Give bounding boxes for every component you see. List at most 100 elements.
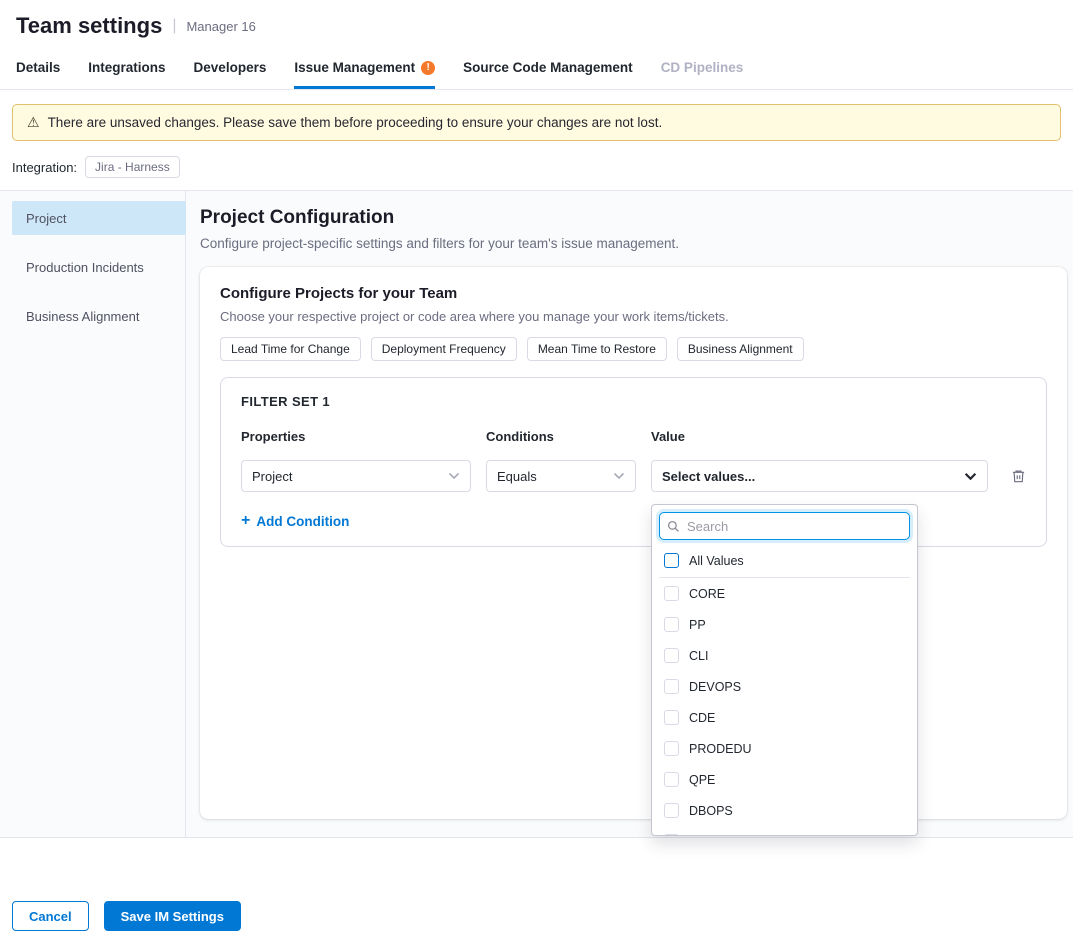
- value-select[interactable]: Select values...: [651, 460, 988, 492]
- option-checkbox[interactable]: [664, 834, 679, 836]
- delete-condition-button[interactable]: [1011, 468, 1026, 484]
- tab-label: CD Pipelines: [661, 60, 744, 75]
- page-header: Team settings | Manager 16: [0, 0, 1073, 46]
- filter-set-1: FILTER SET 1 Properties Conditions Value…: [220, 377, 1047, 547]
- sidebar-item-production-incidents[interactable]: Production Incidents: [12, 250, 186, 284]
- option-label: CORE: [689, 587, 725, 601]
- tab-label: Details: [16, 60, 60, 75]
- unsaved-changes-banner: ⚠ There are unsaved changes. Please save…: [12, 104, 1061, 141]
- option-checkbox[interactable]: [664, 772, 679, 787]
- value-select-placeholder: Select values...: [662, 469, 755, 484]
- option-label: ITOPSTAI: [689, 835, 745, 837]
- dropdown-option-cde[interactable]: CDE: [659, 702, 910, 733]
- filter-column-labels: Properties Conditions Value: [241, 429, 1026, 444]
- warning-icon: ⚠: [27, 114, 40, 131]
- filter-condition-row: Project Equals Select values...: [241, 460, 1026, 492]
- option-checkbox[interactable]: [664, 586, 679, 601]
- content-area: Project Production Incidents Business Al…: [0, 190, 1073, 838]
- tab-label: Integrations: [88, 60, 165, 75]
- dropdown-option-pp[interactable]: PP: [659, 609, 910, 640]
- chevron-down-icon: [613, 472, 625, 480]
- team-settings-page: Team settings | Manager 16 Details Integ…: [0, 0, 1073, 951]
- card-subtitle: Choose your respective project or code a…: [220, 309, 1047, 324]
- dropdown-option-prodedu[interactable]: PRODEDU: [659, 733, 910, 764]
- option-checkbox[interactable]: [664, 648, 679, 663]
- save-im-settings-button[interactable]: Save IM Settings: [104, 901, 241, 931]
- plus-icon: +: [241, 512, 250, 530]
- value-label: Value: [651, 429, 988, 444]
- option-checkbox[interactable]: [664, 803, 679, 818]
- search-icon: [667, 520, 680, 533]
- title-divider: |: [172, 17, 176, 35]
- tab-bar: Details Integrations Developers Issue Ma…: [0, 46, 1073, 90]
- sidebar-item-business-alignment[interactable]: Business Alignment: [12, 299, 186, 333]
- tab-source-code-management[interactable]: Source Code Management: [463, 46, 633, 89]
- section-title: Project Configuration: [200, 207, 1067, 229]
- main-panel: Project Configuration Configure project-…: [186, 191, 1073, 837]
- tab-label: Developers: [194, 60, 267, 75]
- sidebar-item-project[interactable]: Project: [12, 201, 186, 235]
- option-label: DEVOPS: [689, 680, 741, 694]
- tab-details[interactable]: Details: [16, 46, 60, 89]
- tab-label: Issue Management: [294, 60, 415, 75]
- all-values-label: All Values: [689, 554, 744, 568]
- properties-select[interactable]: Project: [241, 460, 471, 492]
- dropdown-search: [659, 512, 910, 540]
- option-checkbox[interactable]: [664, 710, 679, 725]
- dropdown-option-itopstai[interactable]: ITOPSTAI: [659, 826, 910, 836]
- option-checkbox[interactable]: [664, 617, 679, 632]
- sidebar-item-label: Project: [26, 211, 66, 226]
- warning-text: There are unsaved changes. Please save t…: [48, 115, 663, 130]
- properties-label: Properties: [241, 429, 471, 444]
- footer-bar: Cancel Save IM Settings: [0, 838, 1073, 943]
- tag-mean-time-to-restore[interactable]: Mean Time to Restore: [527, 337, 667, 361]
- tab-developers[interactable]: Developers: [194, 46, 267, 89]
- option-label: DBOPS: [689, 804, 733, 818]
- dropdown-option-dbops[interactable]: DBOPS: [659, 795, 910, 826]
- tag-business-alignment[interactable]: Business Alignment: [677, 337, 804, 361]
- tab-label: Source Code Management: [463, 60, 633, 75]
- dropdown-option-cli[interactable]: CLI: [659, 640, 910, 671]
- team-name: Manager 16: [186, 19, 255, 34]
- cancel-button[interactable]: Cancel: [12, 901, 89, 931]
- sidebar-item-label: Business Alignment: [26, 309, 139, 324]
- add-condition-button[interactable]: + Add Condition: [241, 512, 349, 530]
- dropdown-search-input[interactable]: [659, 512, 910, 540]
- filter-set-title: FILTER SET 1: [241, 394, 1026, 409]
- tab-integrations[interactable]: Integrations: [88, 46, 165, 89]
- all-values-option[interactable]: All Values: [659, 544, 910, 578]
- section-subtitle: Configure project-specific settings and …: [200, 236, 1067, 251]
- metric-tags: Lead Time for Change Deployment Frequenc…: [220, 337, 1047, 361]
- option-label: PRODEDU: [689, 742, 752, 756]
- integration-row: Integration: Jira - Harness: [12, 156, 1073, 190]
- option-label: CLI: [689, 649, 708, 663]
- conditions-select-value: Equals: [497, 469, 537, 484]
- value-select-wrap: Select values...: [651, 460, 988, 492]
- properties-select-value: Project: [252, 469, 292, 484]
- option-checkbox[interactable]: [664, 679, 679, 694]
- chevron-down-icon: [964, 472, 977, 481]
- dropdown-option-core[interactable]: CORE: [659, 578, 910, 609]
- option-checkbox[interactable]: [664, 741, 679, 756]
- all-values-checkbox[interactable]: [664, 553, 679, 568]
- option-label: CDE: [689, 711, 715, 725]
- option-label: PP: [689, 618, 706, 632]
- unsaved-changes-badge: !: [421, 61, 435, 75]
- conditions-select[interactable]: Equals: [486, 460, 636, 492]
- tab-issue-management[interactable]: Issue Management !: [294, 46, 435, 89]
- tag-deployment-frequency[interactable]: Deployment Frequency: [371, 337, 517, 361]
- dropdown-option-devops[interactable]: DEVOPS: [659, 671, 910, 702]
- conditions-label: Conditions: [486, 429, 636, 444]
- integration-label: Integration:: [12, 160, 77, 175]
- chevron-down-icon: [448, 472, 460, 480]
- integration-chip[interactable]: Jira - Harness: [85, 156, 180, 178]
- add-condition-label: Add Condition: [256, 514, 349, 529]
- sidebar-item-label: Production Incidents: [26, 260, 144, 275]
- dropdown-option-qpe[interactable]: QPE: [659, 764, 910, 795]
- card-title: Configure Projects for your Team: [220, 285, 1047, 302]
- tag-lead-time-for-change[interactable]: Lead Time for Change: [220, 337, 361, 361]
- trash-icon: [1011, 468, 1026, 484]
- tab-cd-pipelines: CD Pipelines: [661, 46, 744, 89]
- page-title: Team settings: [16, 13, 162, 39]
- value-dropdown-panel: All Values CORE PP: [651, 504, 918, 836]
